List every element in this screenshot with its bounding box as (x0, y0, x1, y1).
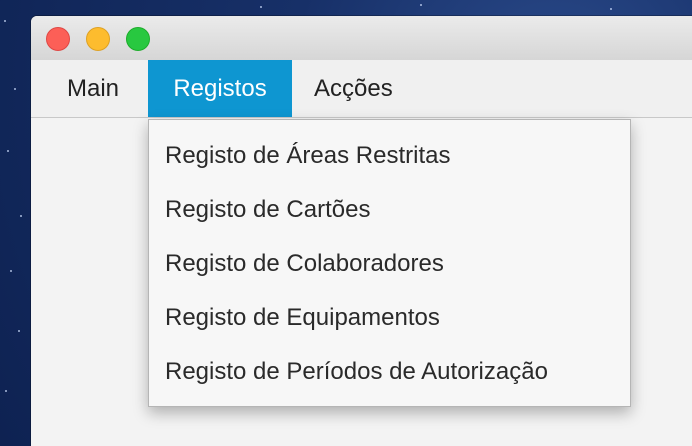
star-decoration (5, 390, 7, 392)
star-decoration (10, 270, 12, 272)
menu-item-registo-colaboradores[interactable]: Registo de Colaboradores (165, 237, 444, 291)
window-titlebar[interactable] (31, 16, 692, 61)
menu-registos[interactable]: Registos (148, 60, 292, 117)
registos-dropdown-menu: Registo de Áreas Restritas Registo de Ca… (148, 119, 631, 407)
star-decoration (610, 8, 612, 10)
star-decoration (20, 215, 22, 217)
menu-item-registo-areas-restritas[interactable]: Registo de Áreas Restritas (165, 129, 450, 183)
star-decoration (7, 150, 9, 152)
maximize-icon[interactable] (126, 27, 150, 51)
star-decoration (260, 6, 262, 8)
star-decoration (420, 4, 422, 6)
menu-bar: Main Registos Acções (31, 60, 692, 118)
star-decoration (18, 330, 20, 332)
menu-accoes[interactable]: Acções (300, 60, 407, 117)
menu-item-registo-periodos-autorizacao[interactable]: Registo de Períodos de Autorização (165, 345, 548, 399)
minimize-icon[interactable] (86, 27, 110, 51)
close-icon[interactable] (46, 27, 70, 51)
star-decoration (14, 88, 16, 90)
star-decoration (4, 20, 6, 22)
menu-item-registo-equipamentos[interactable]: Registo de Equipamentos (165, 291, 440, 345)
menu-main[interactable]: Main (53, 60, 133, 117)
menu-item-registo-cartoes[interactable]: Registo de Cartões (165, 183, 370, 237)
